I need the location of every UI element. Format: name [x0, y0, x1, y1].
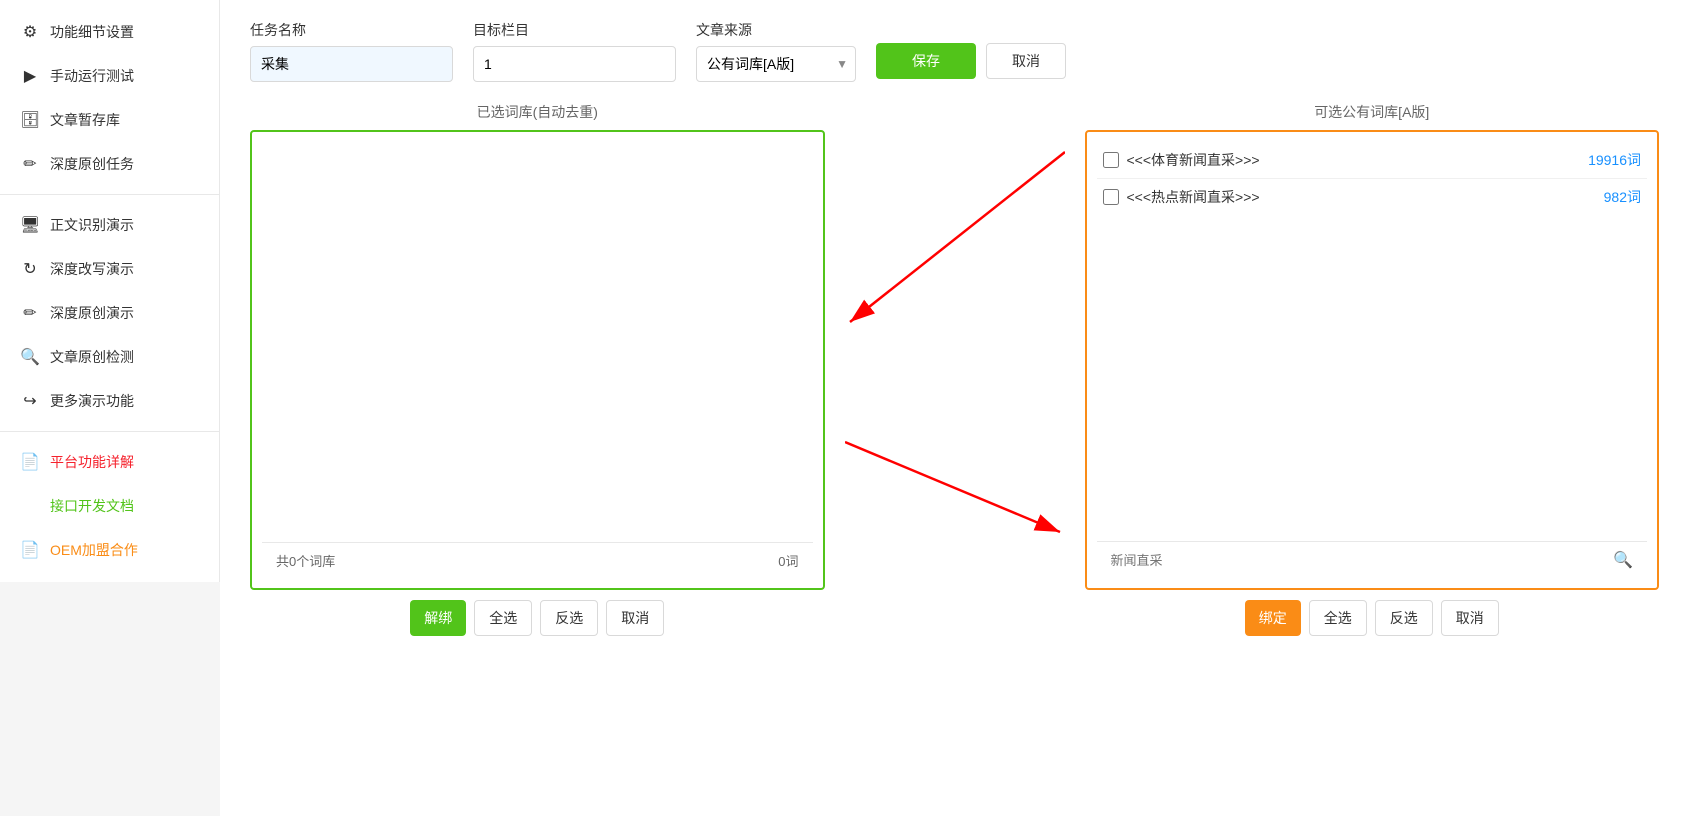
right-item-label-1: <<<热点新闻直采>>>: [1127, 187, 1596, 207]
sidebar-item-article-cache[interactable]: 🗄 文章暂存库: [0, 98, 219, 142]
article-source-label: 文章来源: [696, 20, 856, 40]
task-name-input[interactable]: [250, 46, 453, 82]
sidebar-icon-text-recognition: 🖥: [20, 215, 40, 235]
unbind-button[interactable]: 解绑: [410, 600, 466, 636]
search-icon[interactable]: 🔍: [1613, 550, 1633, 570]
left-footer-count: 共0个词库: [276, 551, 335, 570]
right-item-count-1: 982词: [1604, 187, 1641, 207]
sidebar-label-manual-run: 手动运行测试: [50, 66, 134, 86]
right-panel-box: <<<体育新闻直采>>> 19916词 <<<热点新闻直采>>> 982词 🔍: [1085, 130, 1660, 590]
article-source-select-wrap: 公有词库[A版] 私有词库 共享词库 ▼: [696, 46, 856, 82]
arrows-svg: [845, 102, 1065, 622]
form-row: 任务名称 目标栏目 文章来源 公有词库[A版] 私有词库 共享词库 ▼ 保存 取…: [250, 20, 1659, 82]
right-panel-content: <<<体育新闻直采>>> 19916词 <<<热点新闻直采>>> 982词: [1097, 142, 1648, 541]
sidebar-item-more-demo[interactable]: ↪ 更多演示功能: [0, 379, 219, 423]
sidebar-item-oem[interactable]: 📄 OEM加盟合作: [0, 528, 219, 572]
sidebar-item-api-doc[interactable]: 接口开发文档: [0, 484, 219, 528]
left-panel-title: 已选词库(自动去重): [250, 102, 825, 122]
left-panel-wrap: 已选词库(自动去重) 共0个词库 0词 解绑 全选 反选 取消: [250, 102, 825, 636]
sidebar-icon-deep-rewrite: ↻: [20, 259, 40, 279]
sidebar-label-article-cache: 文章暂存库: [50, 110, 120, 130]
target-column-input[interactable]: [473, 46, 676, 82]
save-button[interactable]: 保存: [876, 43, 976, 79]
sidebar-item-feature-settings[interactable]: ⚙ 功能细节设置: [0, 10, 219, 54]
sidebar-item-platform-detail[interactable]: 📄 平台功能详解: [0, 440, 219, 484]
sidebar-label-platform-detail: 平台功能详解: [50, 452, 134, 472]
left-footer-words: 0词: [778, 551, 798, 570]
left-invert-button[interactable]: 反选: [540, 600, 598, 636]
target-column-group: 目标栏目: [473, 20, 676, 82]
sidebar-item-article-detection[interactable]: 🔍 文章原创检测: [0, 335, 219, 379]
left-cancel-button[interactable]: 取消: [606, 600, 664, 636]
form-actions: 保存 取消: [876, 23, 1066, 79]
sidebar-icon-deep-original: ✏: [20, 154, 40, 174]
right-panel-title: 可选公有词库[A版]: [1085, 102, 1660, 122]
left-panel-footer: 共0个词库 0词: [262, 542, 813, 578]
bind-button[interactable]: 绑定: [1245, 600, 1301, 636]
sidebar-label-oem: OEM加盟合作: [50, 540, 138, 560]
sidebar-item-deep-rewrite[interactable]: ↻ 深度改写演示: [0, 247, 219, 291]
left-select-all-button[interactable]: 全选: [474, 600, 532, 636]
left-panel-content: [262, 142, 813, 542]
sidebar-divider: [0, 431, 219, 432]
sidebar-icon-oem: 📄: [20, 540, 40, 560]
task-name-label: 任务名称: [250, 20, 453, 40]
right-item-label-0: <<<体育新闻直采>>>: [1127, 150, 1581, 170]
target-column-label: 目标栏目: [473, 20, 676, 40]
cancel-button[interactable]: 取消: [986, 43, 1066, 79]
sidebar-container: ⚙ 功能细节设置 ▶ 手动运行测试 🗄 文章暂存库 ✏ 深度原创任务 🖥 正文识…: [0, 0, 220, 582]
task-name-group: 任务名称: [250, 20, 453, 82]
sidebar-item-deep-original[interactable]: ✏ 深度原创任务: [0, 142, 219, 186]
sidebar-label-api-doc: 接口开发文档: [50, 496, 134, 516]
panels-area: 已选词库(自动去重) 共0个词库 0词 解绑 全选 反选 取消: [250, 102, 1659, 636]
sidebar-label-deep-original-demo: 深度原创演示: [50, 303, 134, 323]
sidebar-divider: [0, 194, 219, 195]
sidebar-icon-deep-original-demo: ✏: [20, 303, 40, 323]
sidebar-item-text-recognition[interactable]: 🖥 正文识别演示: [0, 203, 219, 247]
right-panel-actions: 绑定 全选 反选 取消: [1085, 600, 1660, 636]
sidebar-icon-article-cache: 🗄: [20, 110, 40, 130]
right-panel-item: <<<体育新闻直采>>> 19916词: [1097, 142, 1648, 179]
right-item-checkbox-0[interactable]: [1103, 152, 1119, 168]
sidebar-item-manual-run[interactable]: ▶ 手动运行测试: [0, 54, 219, 98]
sidebar-label-article-detection: 文章原创检测: [50, 347, 134, 367]
article-source-select[interactable]: 公有词库[A版] 私有词库 共享词库: [696, 46, 856, 82]
sidebar-icon-platform-detail: 📄: [20, 452, 40, 472]
right-invert-button[interactable]: 反选: [1375, 600, 1433, 636]
right-cancel-button[interactable]: 取消: [1441, 600, 1499, 636]
sidebar-item-deep-original-demo[interactable]: ✏ 深度原创演示: [0, 291, 219, 335]
sidebar-icon-manual-run: ▶: [20, 66, 40, 86]
sidebar-icon-more-demo: ↪: [20, 391, 40, 411]
sidebar-label-more-demo: 更多演示功能: [50, 391, 134, 411]
right-item-count-0: 19916词: [1588, 150, 1641, 170]
right-footer-search: [1111, 553, 1287, 568]
left-panel-box: 共0个词库 0词: [250, 130, 825, 590]
sidebar-label-feature-settings: 功能细节设置: [50, 22, 134, 42]
right-panel-wrap: 可选公有词库[A版] <<<体育新闻直采>>> 19916词 <<<热点新闻直采…: [1085, 102, 1660, 636]
right-item-checkbox-1[interactable]: [1103, 189, 1119, 205]
sidebar-icon-article-detection: 🔍: [20, 347, 40, 367]
article-source-group: 文章来源 公有词库[A版] 私有词库 共享词库 ▼: [696, 20, 856, 82]
sidebar: ⚙ 功能细节设置 ▶ 手动运行测试 🗄 文章暂存库 ✏ 深度原创任务 🖥 正文识…: [0, 0, 220, 816]
left-panel-actions: 解绑 全选 反选 取消: [250, 600, 825, 636]
main-content: 任务名称 目标栏目 文章来源 公有词库[A版] 私有词库 共享词库 ▼ 保存 取…: [220, 0, 1689, 816]
sidebar-label-deep-original: 深度原创任务: [50, 154, 134, 174]
right-select-all-button[interactable]: 全选: [1309, 600, 1367, 636]
sidebar-icon-feature-settings: ⚙: [20, 22, 40, 42]
right-panel-item: <<<热点新闻直采>>> 982词: [1097, 179, 1648, 215]
arrow-area: [845, 102, 1065, 636]
right-search-input[interactable]: [1111, 553, 1287, 568]
sidebar-label-deep-rewrite: 深度改写演示: [50, 259, 134, 279]
right-panel-footer: 🔍: [1097, 541, 1648, 578]
sidebar-label-text-recognition: 正文识别演示: [50, 215, 134, 235]
